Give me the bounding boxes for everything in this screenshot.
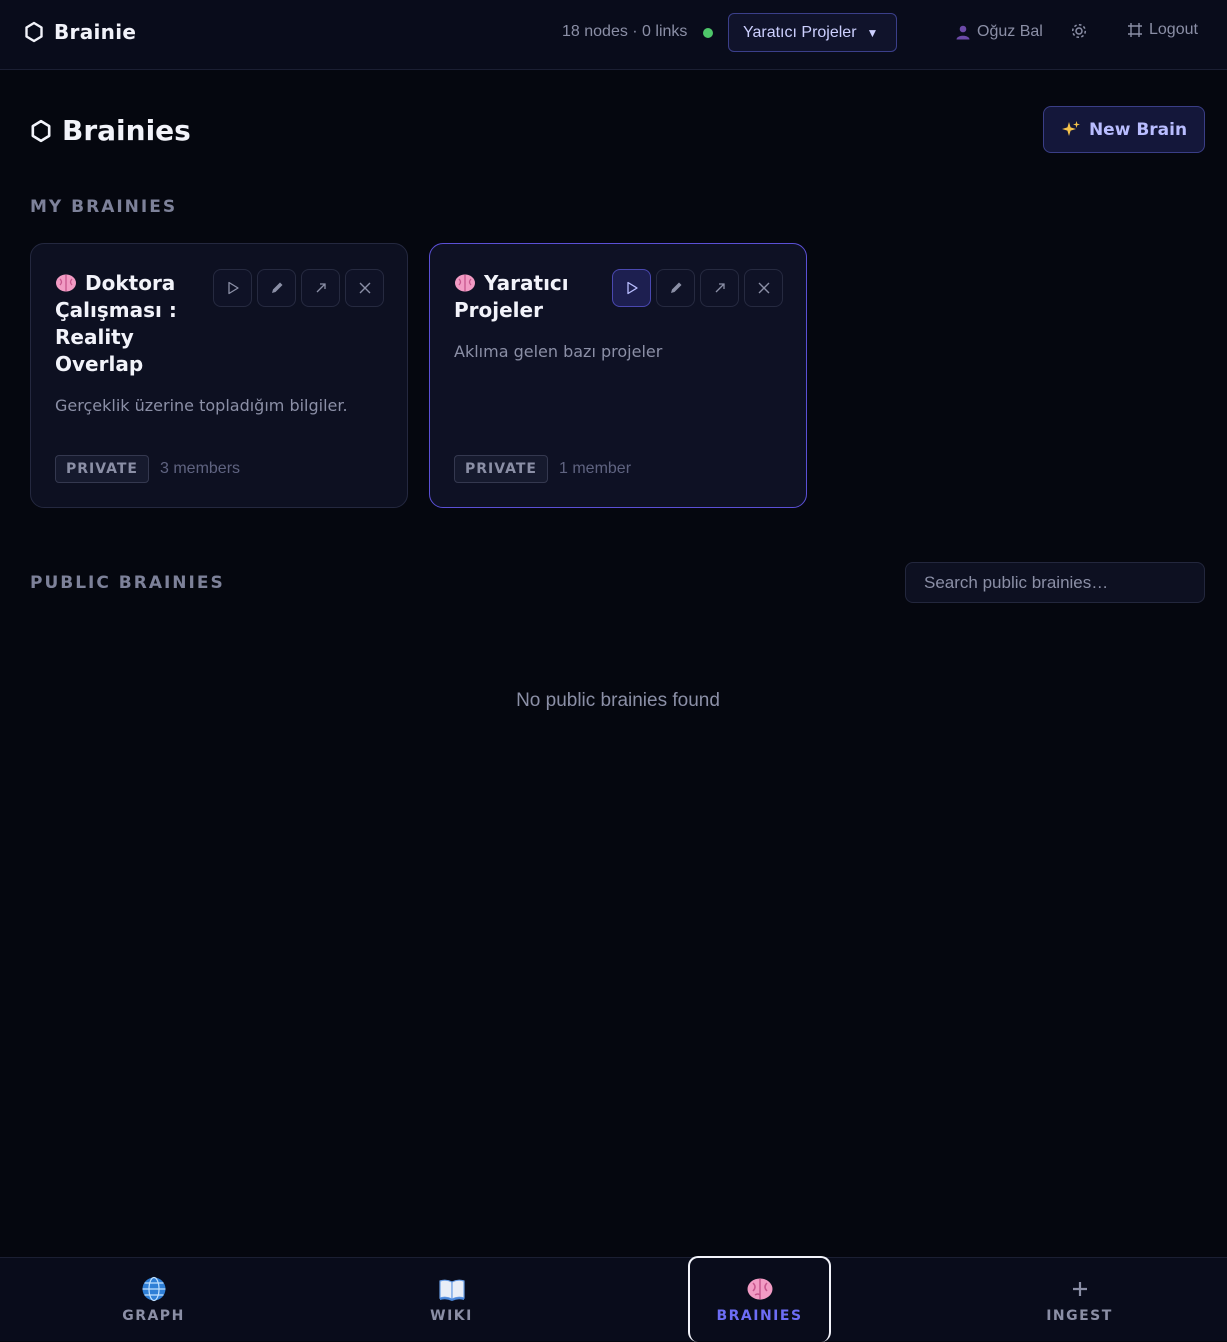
- user-name: Oğuz Bal: [977, 23, 1043, 40]
- brain-card-description: Aklıma gelen bazı projeler: [454, 342, 663, 361]
- app-name: Brainie: [54, 20, 137, 44]
- brain-card-title: Yaratıcı Projeler: [454, 271, 569, 322]
- empty-state-text: No public brainies found: [516, 690, 720, 711]
- visibility-badge: PRIVATE: [55, 455, 149, 483]
- brain-card-title: Doktora Çalışması : Reality Overlap: [55, 271, 177, 376]
- brain-icon: [747, 1278, 772, 1300]
- logout-icon: [1128, 23, 1142, 37]
- my-brainies-heading: MY BRAINIES: [30, 197, 178, 217]
- nav-graph-label: GRAPH: [122, 1308, 185, 1324]
- share-brain-button[interactable]: [301, 269, 340, 307]
- nav-brainies[interactable]: BRAINIES: [688, 1256, 831, 1342]
- user-menu[interactable]: Oğuz Bal: [955, 23, 1043, 41]
- play-icon: [227, 281, 239, 295]
- arrow-up-right-icon: [316, 283, 326, 293]
- member-count: 3 members: [160, 460, 241, 477]
- nav-brainies-label: BRAINIES: [716, 1308, 803, 1324]
- new-brain-label: New Brain: [1088, 119, 1188, 140]
- member-count: 1 member: [559, 460, 632, 477]
- delete-brain-button[interactable]: [345, 269, 384, 307]
- brain-card-description: Gerçeklik üzerine topladığım bilgiler.: [55, 396, 348, 415]
- share-brain-button[interactable]: [700, 269, 739, 307]
- nav-wiki[interactable]: WIKI: [380, 1258, 523, 1342]
- pencil-icon: [271, 282, 282, 293]
- search-public-brainies-input[interactable]: [905, 562, 1205, 603]
- brain-card-yaratici[interactable]: Yaratıcı Projeler Aklıma gelen bazı proj…: [429, 243, 807, 508]
- gear-icon[interactable]: [1069, 21, 1089, 41]
- brain-icon: [56, 274, 76, 292]
- nav-graph[interactable]: GRAPH: [82, 1258, 225, 1342]
- page-title: Brainies: [30, 114, 191, 147]
- globe-icon: [142, 1276, 165, 1302]
- page-title-text: Brainies: [62, 114, 191, 147]
- logout-button[interactable]: Logout: [1127, 21, 1198, 39]
- connection-status-dot: [703, 28, 713, 38]
- close-icon: [359, 282, 370, 294]
- open-brain-button[interactable]: [213, 269, 252, 307]
- public-brainies-heading: PUBLIC BRAINIES: [30, 573, 225, 593]
- brain-icon: [455, 274, 475, 292]
- nav-ingest-label: INGEST: [1046, 1308, 1113, 1324]
- close-icon: [758, 282, 769, 294]
- hexagon-icon: [31, 119, 51, 142]
- nav-ingest[interactable]: INGEST: [1008, 1258, 1151, 1342]
- caret-down-icon: ▼: [866, 25, 879, 40]
- user-icon: [956, 25, 970, 40]
- brain-card-doktora[interactable]: Doktora Çalışması : Reality Overlap Gerç…: [30, 243, 408, 508]
- current-brain-select[interactable]: Yaratıcı Projeler ▼: [728, 13, 897, 52]
- brain-card-footer: PRIVATE 3 members: [55, 455, 240, 483]
- sparkles-icon: [1061, 120, 1080, 136]
- delete-brain-button[interactable]: [744, 269, 783, 307]
- brain-card-actions: [213, 269, 384, 307]
- brain-card-actions: [612, 269, 783, 307]
- current-brain-label: Yaratıcı Projeler: [743, 23, 857, 41]
- visibility-badge: PRIVATE: [454, 455, 548, 483]
- edit-brain-button[interactable]: [257, 269, 296, 307]
- plus-icon: [1072, 1282, 1087, 1296]
- brain-card-footer: PRIVATE 1 member: [454, 455, 631, 483]
- top-bar: Brainie 18 nodes · 0 links Yaratıcı Proj…: [0, 0, 1227, 70]
- nav-wiki-label: WIKI: [430, 1308, 473, 1324]
- play-icon: [626, 281, 638, 295]
- arrow-up-right-icon: [715, 283, 725, 293]
- logout-label: Logout: [1149, 21, 1198, 38]
- graph-stats: 18 nodes · 0 links: [562, 23, 688, 40]
- pencil-icon: [670, 282, 681, 293]
- app-logo[interactable]: Brainie: [24, 20, 136, 44]
- new-brain-button[interactable]: New Brain: [1043, 106, 1205, 153]
- hexagon-icon: [25, 21, 43, 43]
- bottom-nav: GRAPH WIKI BRAINIES INGEST: [0, 1256, 1227, 1342]
- open-brain-button[interactable]: [612, 269, 651, 307]
- book-icon: [438, 1279, 465, 1301]
- edit-brain-button[interactable]: [656, 269, 695, 307]
